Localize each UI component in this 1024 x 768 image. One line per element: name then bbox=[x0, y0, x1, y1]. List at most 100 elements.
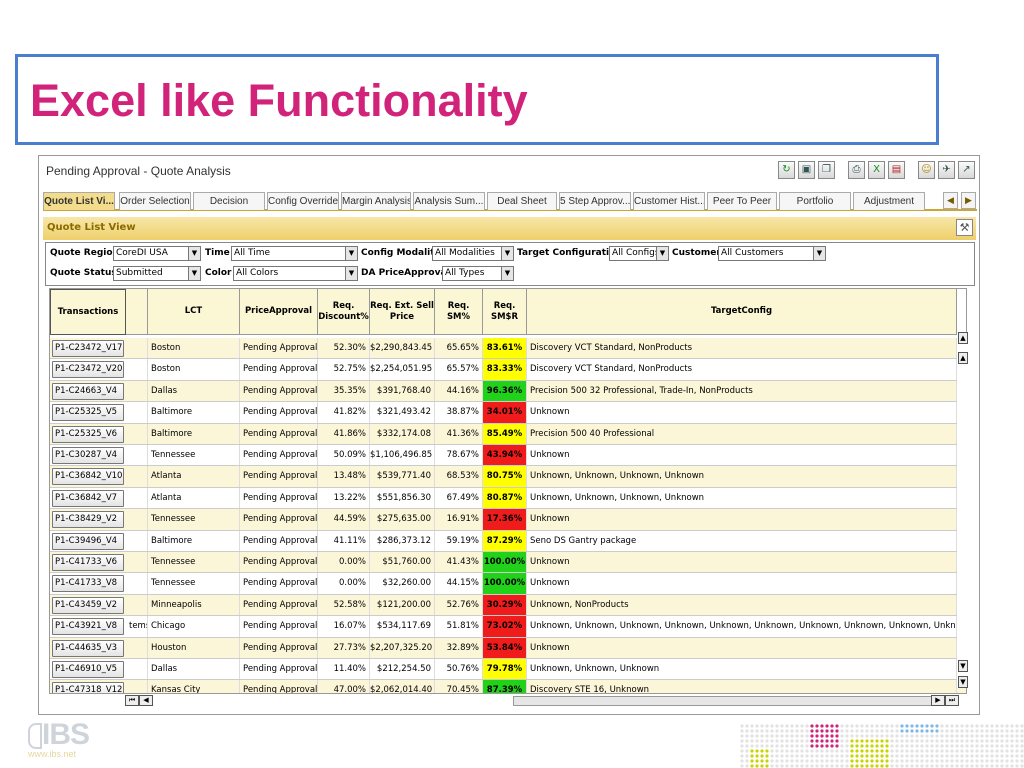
vertical-scrollbar[interactable]: ▲ ▲ ▼ ▼ bbox=[957, 332, 969, 688]
tab-customer-history[interactable]: Customer Hist... bbox=[633, 192, 705, 210]
run-icon[interactable]: ✈ bbox=[938, 161, 955, 179]
scroll-right-icon[interactable]: ▶ bbox=[931, 695, 945, 706]
cell-target-config: Unknown, Unknown, Unknown, Unknown bbox=[527, 466, 957, 487]
transaction-link-button[interactable]: P1-C43921_V8 bbox=[52, 618, 124, 636]
table-row[interactable]: P1-C41733_V8 Tennessee Pending Approval 0.0… bbox=[50, 573, 966, 595]
scroll-left-icon[interactable]: ◀ bbox=[139, 695, 153, 706]
chevron-down-icon: ▼ bbox=[345, 267, 357, 280]
transaction-link-button[interactable]: P1-C43459_V2 bbox=[52, 596, 124, 614]
cell-req-sm: 44.15% bbox=[435, 573, 483, 594]
da-price-approval-select[interactable]: All Types ▼ bbox=[442, 266, 514, 281]
cell-lct: Atlanta bbox=[148, 466, 240, 487]
scroll-last-icon[interactable]: ⏭ bbox=[945, 695, 959, 706]
transaction-link-button[interactable]: P1-C38429_V2 bbox=[52, 511, 124, 529]
cell-req-discount: 52.75% bbox=[318, 359, 370, 380]
tab-right-arrow-icon[interactable]: ▶ bbox=[961, 192, 976, 209]
cell-req-sm: 65.65% bbox=[435, 338, 483, 359]
tab-deal-sheet[interactable]: Deal Sheet bbox=[487, 192, 557, 210]
table-row[interactable]: P1-C25325_V5 Baltimore Pending Approval 41.… bbox=[50, 402, 966, 424]
transaction-link-button[interactable]: P1-C36842_V7 bbox=[52, 489, 124, 507]
tab-adjustment[interactable]: Adjustment bbox=[853, 192, 925, 210]
quote-region-select[interactable]: CoreDI USA ▼ bbox=[113, 246, 201, 261]
print-icon[interactable]: ⎙ bbox=[848, 161, 865, 179]
table-row[interactable]: P1-C25325_V6 Baltimore Pending Approval 41.… bbox=[50, 423, 966, 445]
pdf-icon[interactable]: ▤ bbox=[888, 161, 905, 179]
popout-icon[interactable]: ↗ bbox=[958, 161, 975, 179]
cell-target-config: Discovery STE 16, Unknown bbox=[527, 680, 957, 693]
tools-icon[interactable]: ⚒ bbox=[956, 219, 973, 236]
cell-req-smr: 83.33% bbox=[483, 359, 527, 380]
tab-decision[interactable]: Decision bbox=[193, 192, 265, 210]
scroll-top-icon[interactable]: ▲ bbox=[958, 332, 968, 344]
transaction-link-button[interactable]: P1-C41733_V8 bbox=[52, 575, 124, 593]
tab-5-step-approval[interactable]: 5 Step Approv... bbox=[559, 192, 631, 210]
transaction-link-button[interactable]: P1-C39496_V4 bbox=[52, 532, 124, 550]
cell-price-approval: Pending Approval bbox=[240, 423, 318, 444]
column-header-req-discount[interactable]: Req. Discount% bbox=[318, 289, 370, 335]
tab-margin-analysis[interactable]: Margin Analysis bbox=[341, 192, 411, 210]
transaction-link-button[interactable]: P1-C44635_V3 bbox=[52, 639, 124, 657]
table-row[interactable]: P1-C43459_V2 Minneapolis Pending Approval 5… bbox=[50, 594, 966, 617]
table-row[interactable]: P1-C36842_V7 Atlanta Pending Approval 13.22… bbox=[50, 487, 966, 510]
transaction-link-button[interactable]: P1-C24663_V4 bbox=[52, 382, 124, 400]
save-icon[interactable]: ▣ bbox=[798, 161, 815, 179]
tab-portfolio[interactable]: Portfolio bbox=[779, 192, 851, 210]
scroll-bottom-icon[interactable]: ▼ bbox=[958, 676, 968, 688]
transaction-link-button[interactable]: P1-C25325_V5 bbox=[52, 404, 124, 422]
copy-icon[interactable]: ❐ bbox=[818, 161, 835, 179]
column-header-blank[interactable] bbox=[126, 289, 148, 335]
table-row[interactable]: P1-C43921_V8temsChicagoPending Approval1… bbox=[50, 616, 966, 638]
transaction-link-button[interactable]: P1-C30287_V4 bbox=[52, 447, 124, 464]
column-header-transactions[interactable]: Transactions bbox=[50, 289, 126, 335]
table-row[interactable]: P1-C23472_V17 Boston Pending Approval 52.30… bbox=[50, 338, 966, 360]
refresh-icon[interactable]: ↻ bbox=[778, 161, 795, 179]
excel-icon[interactable]: X bbox=[868, 161, 885, 179]
table-row[interactable]: P1-C30287_V4 Tennessee Pending Approval 50.… bbox=[50, 445, 966, 467]
table-row[interactable]: P1-C39496_V4 Baltimore Pending Approval 41.… bbox=[50, 530, 966, 552]
transaction-link-button[interactable]: P1-C47318_V12 bbox=[52, 682, 124, 693]
tab-left-arrow-icon[interactable]: ◀ bbox=[943, 192, 958, 209]
color-select[interactable]: All Colors ▼ bbox=[233, 266, 358, 281]
transaction-link-button[interactable]: P1-C23472_V20 bbox=[52, 361, 124, 379]
table-row[interactable]: P1-C23472_V20 Boston Pending Approval 52.75… bbox=[50, 359, 966, 381]
horizontal-scrollbar[interactable]: ⏮ ◀ ▶ ⏭ bbox=[125, 694, 959, 707]
transaction-link-button[interactable]: P1-C41733_V6 bbox=[52, 554, 124, 571]
config-modality-select[interactable]: All Modalities ▼ bbox=[432, 246, 514, 261]
tab-peer-to-peer[interactable]: Peer To Peer bbox=[707, 192, 777, 210]
transaction-link-button[interactable]: P1-C25325_V6 bbox=[52, 425, 124, 443]
horizontal-scroll-thumb[interactable] bbox=[513, 696, 933, 706]
user-icon[interactable]: ☺ bbox=[918, 161, 935, 179]
scroll-first-icon[interactable]: ⏮ bbox=[125, 695, 139, 706]
table-row[interactable]: P1-C47318_V12 Kansas City Pending Approval… bbox=[50, 680, 966, 693]
table-row[interactable]: P1-C38429_V2 Tennessee Pending Approval 44.… bbox=[50, 509, 966, 531]
transaction-link-button[interactable]: P1-C36842_V10 bbox=[52, 468, 124, 486]
cell-extra bbox=[126, 680, 148, 693]
cell-extra bbox=[126, 359, 148, 380]
table-row[interactable]: P1-C24663_V4 Dallas Pending Approval 35.35%… bbox=[50, 380, 966, 403]
column-header-req-ext-sell-price[interactable]: Req. Ext. Sell Price bbox=[370, 289, 435, 335]
table-row[interactable]: P1-C36842_V10 Atlanta Pending Approval 13.4… bbox=[50, 466, 966, 488]
tab-config-override[interactable]: Config Override bbox=[267, 192, 339, 210]
scroll-up-icon[interactable]: ▲ bbox=[958, 352, 968, 364]
table-row[interactable]: P1-C46910_V5 Dallas Pending Approval 11.40%… bbox=[50, 659, 966, 681]
column-header-req-sm[interactable]: Req. SM% bbox=[435, 289, 483, 335]
tab-quote-list-view[interactable]: Quote List Vi... bbox=[43, 192, 115, 210]
quote-status-select[interactable]: Submitted ▼ bbox=[113, 266, 201, 281]
tab-analysis-summary[interactable]: Analysis Sum... bbox=[413, 192, 485, 210]
column-header-req-smr[interactable]: Req. SM$R bbox=[483, 289, 527, 335]
time-select[interactable]: All Time ▼ bbox=[231, 246, 358, 261]
table-row[interactable]: P1-C44635_V3 Houston Pending Approval 27.73… bbox=[50, 637, 966, 659]
column-header-target-config[interactable]: TargetConfig bbox=[527, 289, 957, 335]
customer-select[interactable]: All Customers ▼ bbox=[718, 246, 826, 261]
transaction-link-button[interactable]: P1-C46910_V5 bbox=[52, 661, 124, 678]
scroll-down-icon[interactable]: ▼ bbox=[958, 660, 968, 672]
column-header-price-approval[interactable]: PriceApproval bbox=[240, 289, 318, 335]
target-configuration-select[interactable]: All Configs ▼ bbox=[609, 246, 669, 261]
tab-order-selection[interactable]: Order Selection bbox=[119, 192, 191, 210]
transaction-link-button[interactable]: P1-C23472_V17 bbox=[52, 340, 124, 357]
logo-url: www.ibs.net bbox=[28, 749, 77, 759]
table-row[interactable]: P1-C41733_V6 Tennessee Pending Approval 0.0… bbox=[50, 552, 966, 574]
column-header-lct[interactable]: LCT bbox=[148, 289, 240, 335]
cell-price-approval: Pending Approval bbox=[240, 594, 318, 616]
chevron-down-icon: ▼ bbox=[813, 247, 825, 260]
